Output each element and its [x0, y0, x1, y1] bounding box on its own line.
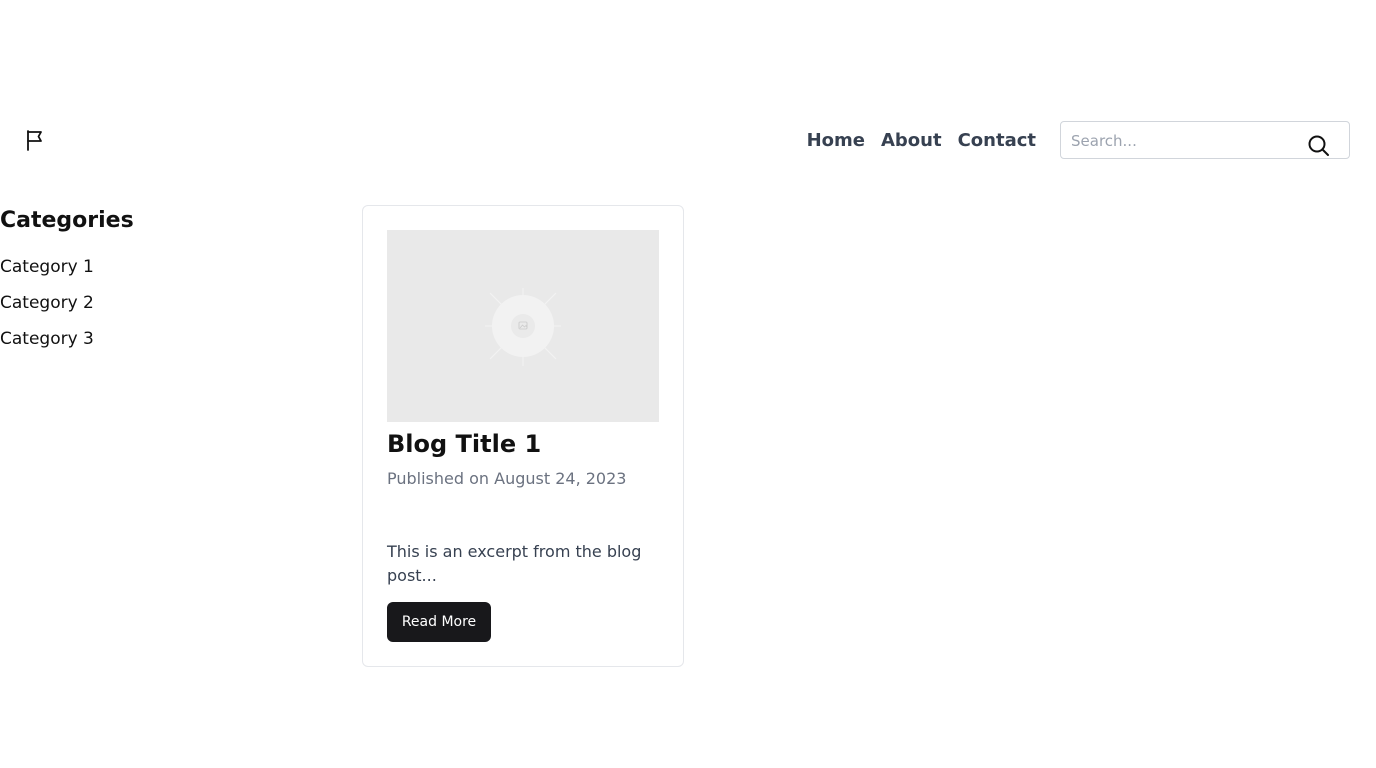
- blog-title[interactable]: Blog Title 1: [387, 428, 541, 460]
- search-input[interactable]: [1069, 122, 1303, 160]
- category-item[interactable]: Category 2: [0, 285, 300, 321]
- nav-contact[interactable]: Contact: [958, 130, 1036, 151]
- image-placeholder-icon: [485, 288, 561, 366]
- main-nav: Home About Contact: [807, 130, 1036, 151]
- categories-heading: Categories: [0, 208, 134, 233]
- blog-image: [387, 230, 659, 422]
- search-box: [1060, 121, 1350, 160]
- category-item[interactable]: Category 1: [0, 249, 300, 285]
- blog-excerpt: This is an excerpt from the blog post...: [387, 542, 642, 585]
- flag-icon[interactable]: [24, 128, 48, 152]
- categories-list: Category 1 Category 2 Category 3: [0, 249, 300, 357]
- blog-date: Published on August 24, 2023: [387, 469, 627, 488]
- nav-about[interactable]: About: [881, 130, 942, 151]
- nav-home[interactable]: Home: [807, 130, 865, 151]
- categories-sidebar: Categories Category 1 Category 2 Categor…: [0, 205, 300, 357]
- read-more-button[interactable]: Read More: [387, 602, 491, 642]
- search-icon[interactable]: [1307, 134, 1331, 158]
- category-item[interactable]: Category 3: [0, 321, 300, 357]
- site-header: Home About Contact: [0, 120, 1376, 162]
- blog-card: Blog Title 1 Published on August 24, 202…: [362, 205, 684, 667]
